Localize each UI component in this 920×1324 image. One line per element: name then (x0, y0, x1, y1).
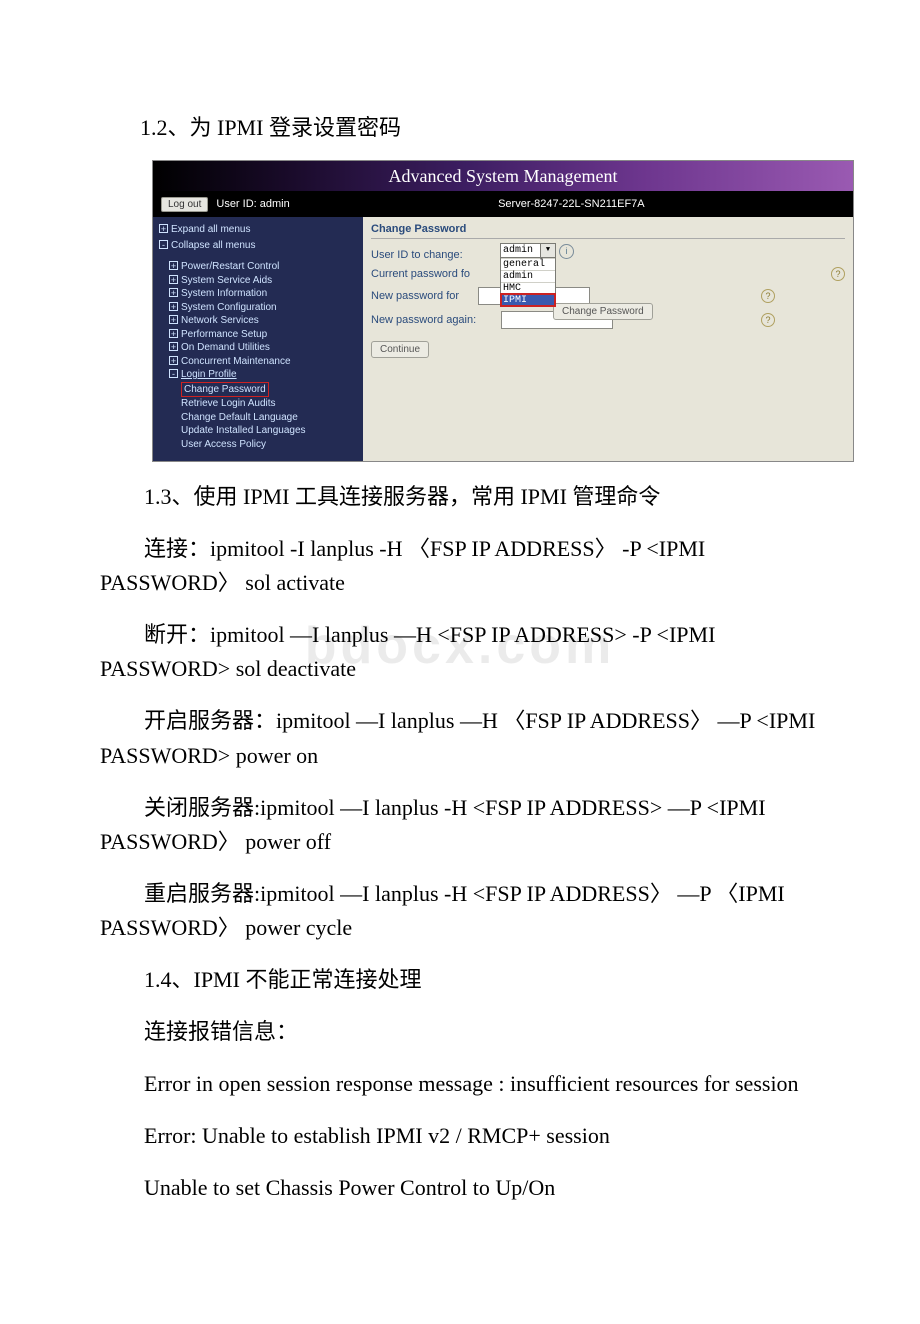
label-new-password-again: New password again: (371, 314, 501, 326)
panel-title: Change Password (371, 223, 845, 239)
menu-login-profile[interactable]: -Login Profile (169, 368, 359, 382)
label-current-password-a: Current password fo (371, 268, 470, 280)
para-err2: Error: Unable to establish IPMI v2 / RMC… (144, 1123, 610, 1148)
menu-system-config[interactable]: +System Configuration (169, 301, 359, 315)
server-name: Server-8247-22L-SN211EF7A (290, 198, 853, 210)
plus-icon: + (169, 356, 178, 365)
menu-performance-setup[interactable]: +Performance Setup (169, 328, 359, 342)
menu-network-services[interactable]: +Network Services (169, 314, 359, 328)
submenu-update-languages[interactable]: Update Installed Languages (181, 424, 359, 438)
para-err-intro: 连接报错信息： (144, 1019, 298, 1044)
asm-sidebar: +Expand all menus -Collapse all menus +P… (153, 217, 363, 461)
section-1-4-title: 1.4、IPMI 不能正常连接处理 (144, 967, 421, 992)
plus-icon: + (169, 329, 178, 338)
select-option-admin[interactable]: admin (501, 270, 555, 282)
para-poweron: 开启服务器：ipmitool —I lanplus —H 〈FSP IP ADD… (100, 708, 815, 767)
menu-on-demand[interactable]: +On Demand Utilities (169, 341, 359, 355)
para-err3: Unable to set Chassis Power Control to U… (144, 1175, 555, 1200)
collapse-all[interactable]: -Collapse all menus (159, 239, 359, 253)
select-option-hmc[interactable]: HMC (501, 282, 555, 294)
change-password-button[interactable]: Change Password (553, 303, 653, 320)
minus-icon: - (169, 369, 178, 378)
submenu-retrieve-audits[interactable]: Retrieve Login Audits (181, 397, 359, 411)
user-id-select[interactable]: admin ▼ general admin HMC IPMI (500, 243, 556, 307)
continue-button[interactable]: Continue (371, 341, 429, 358)
plus-icon: + (169, 302, 178, 311)
select-value: admin (501, 244, 540, 257)
help-icon[interactable]: ? (761, 313, 775, 327)
label-user-id-to-change: User ID to change: (371, 249, 501, 261)
asm-topbar: Log out User ID: admin Server-8247-22L-S… (153, 191, 853, 217)
expand-all[interactable]: +Expand all menus (159, 223, 359, 237)
para-err1: Error in open session response message :… (144, 1071, 799, 1096)
plus-icon: + (169, 288, 178, 297)
menu-concurrent-maint[interactable]: +Concurrent Maintenance (169, 355, 359, 369)
section-1-3-title: 1.3、使用 IPMI 工具连接服务器，常用 IPMI 管理命令 (144, 484, 660, 509)
help-icon[interactable]: ? (761, 289, 775, 303)
section-1-2-title: 1.2、为 IPMI 登录设置密码 (140, 110, 820, 142)
menu-power-restart[interactable]: +Power/Restart Control (169, 260, 359, 274)
minus-icon: - (159, 240, 168, 249)
logout-button[interactable]: Log out (161, 197, 208, 212)
submenu-change-password[interactable]: Change Password (181, 382, 359, 398)
submenu-user-access[interactable]: User Access Policy (181, 438, 359, 452)
user-id-label: User ID: admin (216, 198, 289, 210)
asm-banner: Advanced System Management (153, 161, 853, 191)
submenu-default-language[interactable]: Change Default Language (181, 411, 359, 425)
plus-icon: + (169, 275, 178, 284)
menu-service-aids[interactable]: +System Service Aids (169, 274, 359, 288)
label-new-password: New password for (371, 290, 478, 302)
info-icon[interactable]: i (559, 244, 574, 259)
asm-main-panel: Change Password User ID to change: Curre… (363, 217, 853, 461)
para-disconnect: 断开：ipmitool —I lanplus —H <FSP IP ADDRES… (100, 622, 715, 681)
para-poweroff: 关闭服务器:ipmitool —I lanplus -H <FSP IP ADD… (100, 795, 766, 854)
para-connect: 连接：ipmitool -I lanplus -H 〈FSP IP ADDRES… (100, 536, 705, 595)
asm-screenshot: Advanced System Management Log out User … (152, 160, 854, 462)
plus-icon: + (159, 224, 168, 233)
help-icon[interactable]: ? (831, 267, 845, 281)
plus-icon: + (169, 342, 178, 351)
plus-icon: + (169, 315, 178, 324)
select-option-general[interactable]: general (501, 258, 555, 270)
para-powercycle: 重启服务器:ipmitool —I lanplus -H <FSP IP ADD… (100, 881, 785, 940)
select-option-ipmi[interactable]: IPMI (501, 294, 555, 306)
chevron-down-icon[interactable]: ▼ (540, 244, 555, 257)
plus-icon: + (169, 261, 178, 270)
menu-system-info[interactable]: +System Information (169, 287, 359, 301)
